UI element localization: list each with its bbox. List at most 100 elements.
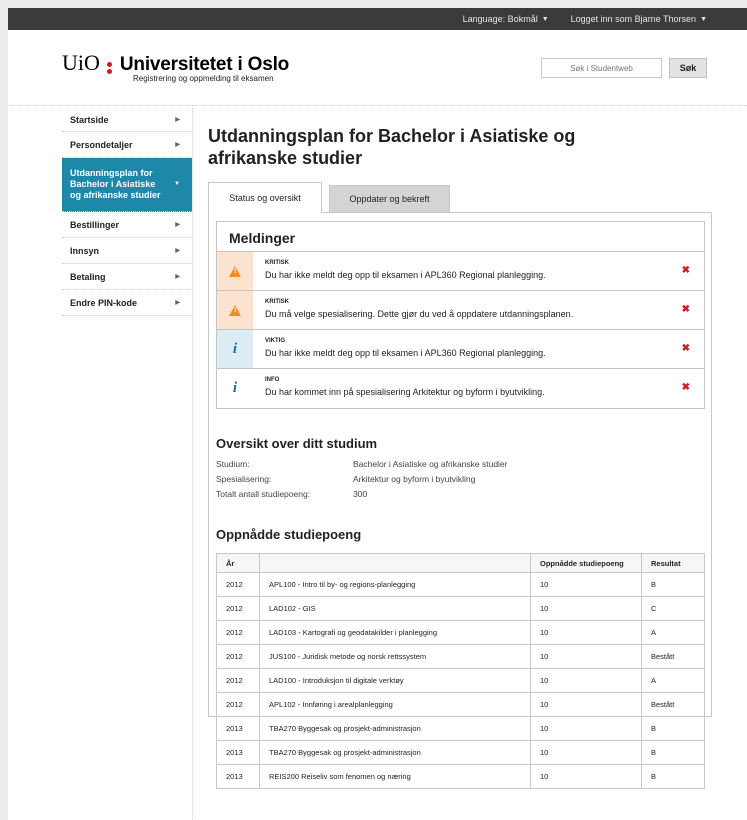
language-selector[interactable]: Language: Bokmål ▼ bbox=[463, 14, 549, 24]
overview-value: 300 bbox=[353, 489, 368, 499]
cell-result: B bbox=[641, 740, 705, 765]
overview-row: Spesialisering: Arkitektur og byform i b… bbox=[216, 474, 705, 485]
top-bar: Language: Bokmål ▼ Logget inn som Bjarne… bbox=[8, 8, 747, 30]
message-level: KRITISK bbox=[265, 299, 289, 305]
table-row: 2012 APL102 - Innføring i arealplanleggin… bbox=[216, 692, 705, 717]
message-text: Du har ikke meldt deg opp til eksamen i … bbox=[265, 348, 546, 358]
cell-result: A bbox=[641, 668, 705, 693]
user-menu[interactable]: Logget inn som Bjarne Thorsen ▼ bbox=[571, 14, 707, 24]
chevron-right-icon: ▶ bbox=[175, 142, 180, 148]
study-points-table: År Oppnådde studiepoeng Resultat 2012 APL… bbox=[216, 553, 705, 789]
chevron-right-icon: ▶ bbox=[175, 117, 180, 123]
page: Language: Bokmål ▼ Logget inn som Bjarne… bbox=[8, 8, 747, 820]
main-content: Utdanningsplan for Bachelor i Asiatiske … bbox=[208, 108, 713, 789]
chevron-right-icon: ▶ bbox=[175, 248, 180, 254]
cell-course: LAD100 - Introduksjon til digitale verkt… bbox=[259, 668, 531, 693]
sidebar-item-utdanningsplan[interactable]: Utdanningsplan for Bachelor i Asiatiske … bbox=[62, 158, 192, 212]
logo-uio: UiO bbox=[62, 50, 100, 75]
chevron-right-icon: ▶ bbox=[175, 222, 180, 228]
cell-result: Bestått bbox=[641, 692, 705, 717]
cell-course: JUS100 - Juridisk metode og norsk rettss… bbox=[259, 644, 531, 669]
warning-icon bbox=[229, 304, 241, 316]
message-item: KRITISK Du må velge spesialisering. Dett… bbox=[217, 291, 704, 330]
close-icon[interactable]: ✖ bbox=[682, 265, 690, 276]
search-button[interactable]: Søk bbox=[669, 58, 707, 78]
sidebar-item-startside[interactable]: Startside ▶ bbox=[62, 108, 192, 132]
caret-down-icon: ▼ bbox=[541, 15, 549, 23]
overview-value: Arkitektur og byform i byutvikling bbox=[353, 474, 476, 484]
messages-box: Meldinger KRITISK Du har ikke meldt deg … bbox=[216, 221, 705, 409]
sidebar-item-persondetaljer[interactable]: Persondetaljer ▶ bbox=[62, 132, 192, 158]
cell-course: APL100 - Intro til by- og regions-planle… bbox=[259, 572, 531, 597]
warning-icon bbox=[229, 265, 241, 277]
user-menu-label: Logget inn som Bjarne Thorsen bbox=[570, 14, 697, 24]
chevron-down-icon: ▼ bbox=[174, 181, 180, 187]
message-level: KRITISK bbox=[265, 260, 289, 266]
table-row: 2012 LAD100 - Introduksjon til digitale v… bbox=[216, 668, 705, 693]
close-icon[interactable]: ✖ bbox=[682, 343, 690, 354]
sidebar-item-label: Utdanningsplan for Bachelor i Asiatiske … bbox=[70, 168, 161, 200]
overview-heading: Oversikt over ditt studium bbox=[216, 436, 378, 451]
cell-year: 2012 bbox=[216, 644, 260, 669]
info-icon: i bbox=[232, 340, 238, 357]
tab-bar: Status og oversikt Oppdater og bekreft bbox=[208, 182, 713, 213]
header: UiO Universitetet i Oslo Registrering og… bbox=[8, 30, 747, 106]
tab-panel: Meldinger KRITISK Du har ikke meldt deg … bbox=[208, 212, 712, 789]
cell-year: 2012 bbox=[216, 572, 260, 597]
sidebar-item-bestillinger[interactable]: Bestillinger ▶ bbox=[62, 212, 192, 238]
table-row: 2013 TBA270 Byggesak og prosjekt-administ… bbox=[216, 740, 705, 765]
close-icon[interactable]: ✖ bbox=[682, 382, 690, 393]
cell-year: 2013 bbox=[216, 740, 260, 765]
cell-year: 2012 bbox=[216, 620, 260, 645]
column-header: Resultat bbox=[641, 553, 705, 573]
overview-key: Spesialisering: bbox=[216, 474, 272, 484]
messages-heading: Meldinger bbox=[217, 222, 704, 252]
overview-key: Totalt antall studiepoeng: bbox=[216, 489, 311, 499]
cell-year: 2012 bbox=[216, 596, 260, 621]
cell-course: TBA270 Byggesak og prosjekt-administrasj… bbox=[259, 740, 531, 765]
cell-points: 10 bbox=[530, 572, 642, 597]
cell-year: 2012 bbox=[216, 668, 260, 693]
language-label: Language: Bokmål bbox=[462, 14, 538, 24]
overview-row: Totalt antall studiepoeng: 300 bbox=[216, 489, 705, 500]
caret-down-icon: ▼ bbox=[700, 15, 707, 23]
study-overview: Oversikt over ditt studium Studium: Bach… bbox=[216, 436, 705, 500]
message-text: Du har kommet inn på spesialisering Arki… bbox=[265, 387, 545, 397]
table-row: 2012 LAD102 - GIS 10 C bbox=[216, 596, 705, 621]
info-icon: i bbox=[232, 380, 238, 396]
cell-points: 10 bbox=[530, 668, 642, 693]
sidebar-item-innsyn[interactable]: Innsyn ▶ bbox=[62, 238, 192, 264]
cell-points: 10 bbox=[530, 596, 642, 621]
cell-points: 10 bbox=[530, 716, 642, 741]
cell-points: 10 bbox=[530, 644, 642, 669]
cell-course: REIS200 Reiseliv som fenomen og næring bbox=[259, 764, 531, 789]
tab-oppdater-og-bekreft[interactable]: Oppdater og bekreft bbox=[329, 185, 450, 212]
sidebar-item-label: Persondetaljer bbox=[70, 139, 133, 150]
sidebar-nav: Startside ▶ Persondetaljer ▶ Utdanningsp… bbox=[62, 108, 193, 820]
cell-result: Bestått bbox=[641, 644, 705, 669]
search-input[interactable] bbox=[541, 58, 662, 78]
tab-status-og-oversikt[interactable]: Status og oversikt bbox=[208, 182, 322, 213]
overview-value: Bachelor i Asiatiske og afrikanske studi… bbox=[353, 459, 508, 469]
sidebar-item-betaling[interactable]: Betaling ▶ bbox=[62, 264, 192, 290]
sidebar-item-label: Bestillinger bbox=[70, 219, 120, 230]
cell-result: B bbox=[641, 572, 705, 597]
cell-points: 10 bbox=[530, 764, 642, 789]
close-icon[interactable]: ✖ bbox=[682, 304, 690, 315]
message-item: i INFO Du har kommet inn på spesialiseri… bbox=[217, 369, 704, 408]
cell-points: 10 bbox=[530, 740, 642, 765]
column-header: Oppnådde studiepoeng bbox=[530, 553, 642, 573]
table-row: 2012 LAD103 - Kartografi og geodatakilder… bbox=[216, 620, 705, 645]
sidebar-item-endre-pin[interactable]: Endre PIN-kode ▶ bbox=[62, 290, 192, 316]
overview-row: Studium: Bachelor i Asiatiske og afrikan… bbox=[216, 459, 705, 470]
cell-course: APL102 - Innføring i arealplanlegging bbox=[259, 692, 531, 717]
column-header: År bbox=[216, 553, 260, 573]
cell-year: 2012 bbox=[216, 692, 260, 717]
table-row: 2013 TBA270 Byggesak og prosjekt-administ… bbox=[216, 716, 705, 741]
message-item: KRITISK Du har ikke meldt deg opp til ek… bbox=[217, 252, 704, 291]
sidebar-item-label: Innsyn bbox=[70, 245, 100, 256]
cell-course: TBA270 Byggesak og prosjekt-administrasj… bbox=[259, 716, 531, 741]
cell-year: 2013 bbox=[216, 764, 260, 789]
cell-course: LAD102 - GIS bbox=[259, 596, 531, 621]
table-row: 2013 REIS200 Reiseliv som fenomen og næri… bbox=[216, 764, 705, 789]
